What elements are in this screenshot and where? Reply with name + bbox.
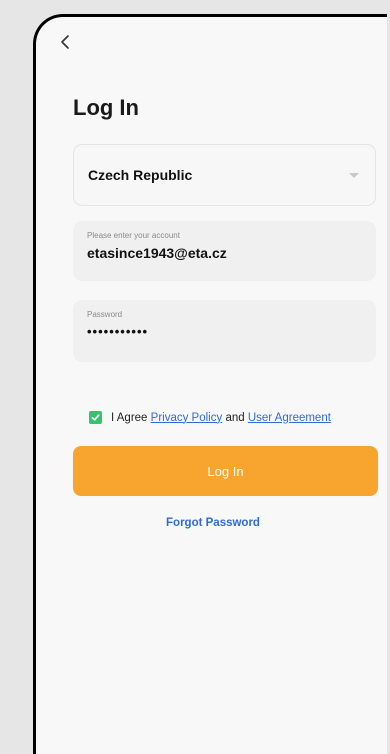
chevron-left-icon [61, 35, 69, 49]
login-screen: Log In Czech Republic Please enter your … [36, 17, 387, 754]
password-label: Password [87, 310, 123, 319]
agree-text: I Agree [111, 411, 148, 424]
user-agreement-link[interactable]: User Agreement [248, 412, 331, 424]
password-field[interactable]: Password ••••••••••• [73, 300, 376, 362]
login-button[interactable]: Log In [73, 446, 378, 496]
account-label: Please enter your account [87, 231, 180, 240]
country-value: Czech Republic [88, 167, 193, 183]
back-button[interactable] [56, 31, 74, 53]
account-input[interactable]: etasince1943@eta.cz [87, 245, 362, 261]
country-select[interactable]: Czech Republic [73, 144, 376, 206]
agreement-row: I Agree Privacy Policy and User Agreemen… [89, 411, 331, 424]
privacy-policy-link[interactable]: Privacy Policy [151, 412, 223, 424]
agree-checkbox[interactable] [89, 411, 102, 424]
device-frame: Log In Czech Republic Please enter your … [33, 14, 387, 754]
password-input[interactable]: ••••••••••• [87, 324, 362, 339]
caret-down-icon [349, 172, 359, 178]
page-title: Log In [73, 95, 139, 120]
account-field[interactable]: Please enter your account etasince1943@e… [73, 221, 376, 281]
check-icon [91, 414, 100, 421]
forgot-password-link[interactable]: Forgot Password [36, 517, 387, 529]
and-text: and [225, 411, 245, 424]
